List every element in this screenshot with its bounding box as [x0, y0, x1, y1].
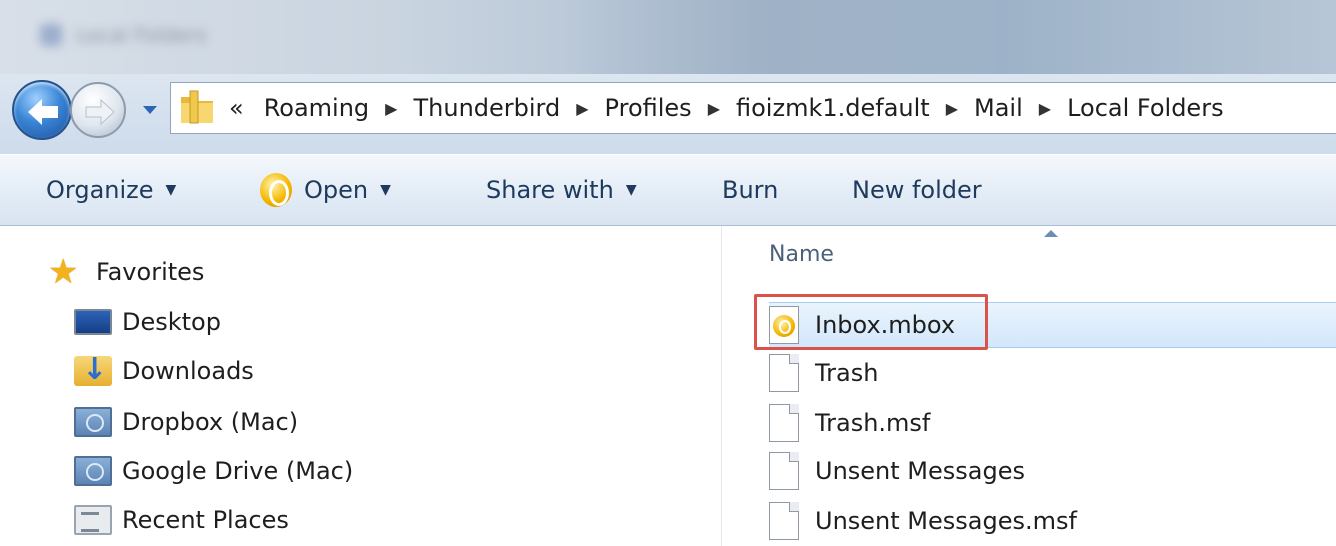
- back-button[interactable]: [12, 80, 72, 140]
- breadcrumb-item-roaming[interactable]: Roaming: [264, 94, 369, 122]
- navigation-pane: ★ Favorites Desktop Downloads Dropbox (M…: [0, 226, 722, 546]
- title-bar: Local Folders: [0, 0, 1336, 74]
- desktop-icon: [74, 309, 112, 335]
- chevron-down-icon: [143, 106, 157, 114]
- glass-reflection: [560, 0, 980, 74]
- file-name: Unsent Messages: [815, 457, 1025, 485]
- breadcrumb-item-profile-default[interactable]: fioizmk1.default: [736, 94, 930, 122]
- breadcrumb-item-mail[interactable]: Mail: [974, 94, 1023, 122]
- nav-item-label: Downloads: [122, 357, 254, 385]
- forward-button[interactable]: [70, 82, 126, 138]
- file-name: Inbox.mbox: [815, 311, 956, 339]
- folder-icon: [177, 89, 217, 127]
- file-row-inbox-mbox[interactable]: Inbox.mbox: [769, 302, 1336, 348]
- network-drive-icon: [74, 456, 112, 486]
- organize-button[interactable]: Organize ▼: [46, 173, 176, 207]
- file-list: Name Inbox.mbox Trash Trash.msf Unsent M…: [723, 226, 1336, 546]
- window-folder-icon: [40, 24, 62, 46]
- back-arrow-icon: [28, 99, 58, 125]
- nav-item-label: Desktop: [122, 308, 221, 336]
- breadcrumb: « Roaming ▶ Thunderbird ▶ Profiles ▶ fio…: [217, 94, 1228, 122]
- nav-item-downloads[interactable]: Downloads: [74, 351, 254, 391]
- breadcrumb-separator-icon[interactable]: ▶: [708, 99, 720, 118]
- open-button[interactable]: Open ▼: [260, 173, 391, 207]
- nav-item-label: Recent Places: [122, 506, 289, 534]
- breadcrumb-overflow-button[interactable]: «: [229, 94, 244, 122]
- new-folder-button[interactable]: New folder: [852, 173, 982, 207]
- file-name: Unsent Messages.msf: [815, 507, 1077, 535]
- new-folder-label: New folder: [852, 176, 982, 204]
- nav-item-label: Google Drive (Mac): [122, 457, 354, 485]
- window-title-text: Local Folders: [76, 23, 207, 47]
- column-header-name[interactable]: Name: [769, 242, 834, 267]
- organize-label: Organize: [46, 176, 154, 204]
- breadcrumb-item-profiles[interactable]: Profiles: [605, 94, 692, 122]
- chevron-down-icon: ▼: [165, 182, 177, 198]
- nav-item-recent-places[interactable]: Recent Places: [74, 500, 289, 540]
- breadcrumb-item-thunderbird[interactable]: Thunderbird: [413, 94, 560, 122]
- file-row-unsent-messages[interactable]: Unsent Messages: [769, 448, 1336, 494]
- file-row-trash[interactable]: Trash: [769, 350, 1336, 396]
- share-with-button[interactable]: Share with ▼: [486, 173, 637, 207]
- blank-document-icon: [769, 354, 799, 392]
- address-bar[interactable]: « Roaming ▶ Thunderbird ▶ Profiles ▶ fio…: [170, 82, 1336, 134]
- star-icon: ★: [48, 252, 79, 292]
- window-title: Local Folders: [40, 22, 270, 48]
- navigation-row: « Roaming ▶ Thunderbird ▶ Profiles ▶ fio…: [0, 74, 1336, 154]
- nav-favorites-label: Favorites: [96, 258, 205, 286]
- recent-pages-button[interactable]: [140, 100, 160, 120]
- breadcrumb-separator-icon[interactable]: ▶: [946, 99, 958, 118]
- burn-button[interactable]: Burn: [722, 173, 778, 207]
- thunderbird-app-icon: [260, 173, 292, 207]
- blank-document-icon: [769, 452, 799, 490]
- open-label: Open: [304, 176, 369, 204]
- file-name: Trash.msf: [815, 409, 931, 437]
- command-bar: Organize ▼ Open ▼ Share with ▼ Burn New …: [0, 154, 1336, 226]
- downloads-folder-icon: [74, 352, 112, 387]
- nav-item-dropbox[interactable]: Dropbox (Mac): [74, 402, 298, 442]
- nav-item-google-drive[interactable]: Google Drive (Mac): [74, 451, 353, 491]
- chevron-down-icon[interactable]: ▼: [380, 182, 391, 198]
- thunderbird-mbox-icon: [769, 306, 799, 344]
- breadcrumb-separator-icon[interactable]: ▶: [385, 99, 397, 118]
- sort-ascending-icon: [1044, 230, 1058, 237]
- blank-document-icon: [769, 502, 799, 540]
- blank-document-icon: [769, 404, 799, 442]
- file-row-trash-msf[interactable]: Trash.msf: [769, 400, 1336, 446]
- share-with-label: Share with: [486, 176, 614, 204]
- network-drive-icon: [74, 407, 112, 437]
- file-name: Trash: [815, 359, 879, 387]
- breadcrumb-separator-icon[interactable]: ▶: [1039, 99, 1051, 118]
- nav-item-desktop[interactable]: Desktop: [74, 302, 221, 342]
- forward-arrow-icon: [85, 98, 115, 126]
- nav-item-label: Dropbox (Mac): [122, 408, 299, 436]
- breadcrumb-separator-icon[interactable]: ▶: [576, 99, 588, 118]
- file-row-unsent-messages-msf[interactable]: Unsent Messages.msf: [769, 498, 1336, 544]
- burn-label: Burn: [722, 176, 779, 204]
- recent-places-icon: [74, 505, 112, 535]
- chevron-down-icon: ▼: [625, 182, 637, 198]
- breadcrumb-item-local-folders[interactable]: Local Folders: [1067, 94, 1224, 122]
- nav-favorites[interactable]: ★ Favorites: [48, 252, 204, 292]
